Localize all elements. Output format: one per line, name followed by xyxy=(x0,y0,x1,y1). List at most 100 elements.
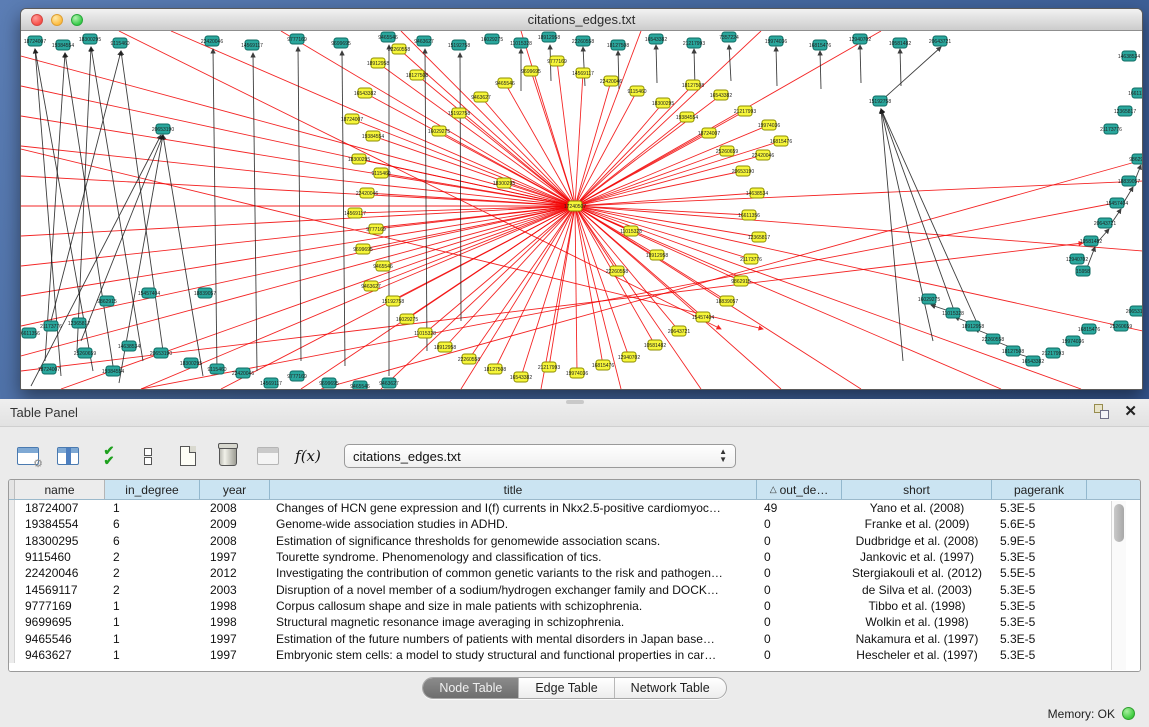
graph-node[interactable]: 21217993 xyxy=(538,362,560,372)
table-row[interactable]: 1456911722003Disruption of a novel membe… xyxy=(9,581,1140,597)
graph-node[interactable]: 25260659 xyxy=(716,146,738,156)
graph-node[interactable]: 21173776 xyxy=(1100,124,1122,134)
close-panel-icon[interactable]: ✕ xyxy=(1124,404,1137,420)
table-row[interactable]: 1872400712008Changes of HCN gene express… xyxy=(9,500,1140,516)
column-header-out_degree[interactable]: △out_de… xyxy=(757,480,842,499)
table-mode-icon[interactable]: ⚙ xyxy=(14,442,42,470)
graph-node[interactable]: 22420046 xyxy=(201,36,223,46)
graph-node[interactable]: 14569117 xyxy=(572,68,594,78)
memory-ok-icon[interactable] xyxy=(1122,707,1135,720)
graph-node[interactable]: 18300295 xyxy=(652,98,674,108)
graph-node[interactable]: 12940702 xyxy=(849,34,871,44)
table-row[interactable]: 946362711997Embryonic stem cells: a mode… xyxy=(9,647,1140,663)
graph-node[interactable]: 16543382 xyxy=(1022,356,1044,366)
graph-node[interactable]: 16029275 xyxy=(396,314,418,324)
graph-node[interactable]: 19384554 xyxy=(362,131,384,141)
column-header-short[interactable]: short xyxy=(842,480,992,499)
graph-node[interactable]: 18912958 xyxy=(962,321,984,331)
column-header-year[interactable]: year xyxy=(200,480,270,499)
minimize-window-icon[interactable] xyxy=(51,14,63,26)
graph-node[interactable]: 12365817 xyxy=(68,318,90,328)
graph-node[interactable]: 9699695 xyxy=(331,38,351,48)
graph-node[interactable]: 16815476 xyxy=(770,136,792,146)
graph-node[interactable]: 18724007 xyxy=(698,128,720,138)
graph-node[interactable]: 9777169 xyxy=(287,34,307,44)
graph-node[interactable]: 21217993 xyxy=(734,106,756,116)
table-panel-header[interactable]: Table Panel ✕ xyxy=(0,399,1149,427)
graph-node[interactable]: 16815476 xyxy=(592,360,614,370)
graph-node[interactable]: 20643721 xyxy=(1094,218,1116,228)
graph-node[interactable]: 15457404 xyxy=(138,288,160,298)
graph-node[interactable]: 14569117 xyxy=(241,40,263,50)
graph-node[interactable]: 9777169 xyxy=(366,224,386,234)
graph-node[interactable]: 9115460 xyxy=(371,168,390,178)
column-header-title[interactable]: title xyxy=(270,480,757,499)
graph-node[interactable]: 22260558 xyxy=(982,334,1004,344)
graph-node[interactable]: 16543382 xyxy=(710,90,732,100)
graph-node[interactable]: 21173776 xyxy=(40,321,62,331)
tab-edge-table[interactable]: Edge Table xyxy=(519,678,614,698)
graph-node[interactable]: 20643721 xyxy=(929,36,951,46)
graph-node[interactable]: 16543382 xyxy=(354,88,376,98)
delete-column-icon[interactable] xyxy=(214,442,242,470)
column-header-pagerank[interactable]: pagerank xyxy=(992,480,1087,499)
graph-node[interactable]: 9115460 xyxy=(627,86,646,96)
graph-node[interactable]: 22420046 xyxy=(356,188,378,198)
unselect-all-icon[interactable] xyxy=(134,442,162,470)
graph-node[interactable]: 15192758 xyxy=(448,40,470,50)
graph-node[interactable]: 18300295 xyxy=(180,358,202,368)
column-header-name[interactable]: name xyxy=(15,480,105,499)
graph-node[interactable]: 15192758 xyxy=(869,96,891,106)
graph-node[interactable]: 18127508 xyxy=(607,40,629,50)
graph-node[interactable]: 18127508 xyxy=(682,80,704,90)
graph-node[interactable]: 18839057 xyxy=(1118,176,1140,186)
graph-node[interactable]: 9115460 xyxy=(110,38,129,48)
graph-node[interactable]: 14638534 xyxy=(118,341,140,351)
graph-node[interactable]: 14569117 xyxy=(260,378,282,388)
tab-network-table[interactable]: Network Table xyxy=(615,678,726,698)
graph-node[interactable]: 20643721 xyxy=(668,326,690,336)
graph-node[interactable]: 9699695 xyxy=(353,244,373,254)
graph-node[interactable]: 16611356 xyxy=(21,328,40,338)
graph-node[interactable]: 22260558 xyxy=(606,266,628,276)
table-row[interactable]: 1830029562008Estimation of significance … xyxy=(9,533,1140,549)
graph-node[interactable]: 9465546 xyxy=(373,261,393,271)
graph-node[interactable]: 16815476 xyxy=(809,40,831,50)
graph-node[interactable]: 22260558 xyxy=(388,44,410,54)
close-window-icon[interactable] xyxy=(31,14,43,26)
function-builder-icon[interactable]: f(x) xyxy=(294,442,322,470)
table-row[interactable]: 977716911998Corpus callosum shape and si… xyxy=(9,598,1140,614)
graph-node[interactable]: 12940702 xyxy=(618,352,640,362)
graph-node[interactable]: 20653190 xyxy=(732,166,754,176)
graph-node[interactable]: 9463627 xyxy=(471,92,491,102)
graph-node[interactable]: 18839057 xyxy=(716,296,738,306)
vertical-scrollbar[interactable] xyxy=(1111,501,1126,670)
graph-node[interactable]: 11015328 xyxy=(510,38,532,48)
graph-node[interactable]: 12940702 xyxy=(1066,254,1088,264)
graph-node[interactable]: 18127508 xyxy=(484,364,506,374)
graph-node[interactable]: 16029275 xyxy=(428,126,450,136)
graph-node[interactable]: 18300295 xyxy=(493,178,515,188)
graph-node[interactable]: 18724007 xyxy=(341,114,363,124)
graph-node[interactable]: 19384554 xyxy=(676,112,698,122)
graph-node[interactable]: 15958 xyxy=(1076,266,1090,276)
graph-node[interactable]: 12365817 xyxy=(1114,106,1136,116)
graph-node[interactable]: 11015328 xyxy=(414,328,436,338)
graph-node[interactable]: 16815476 xyxy=(1078,324,1100,334)
graph-node[interactable]: 16611356 xyxy=(738,210,760,220)
graph-node[interactable]: 22420046 xyxy=(752,150,774,160)
table-row[interactable]: 2242004622012Investigating the contribut… xyxy=(9,565,1140,581)
graph-node[interactable]: 21217993 xyxy=(1042,348,1064,358)
graph-node[interactable]: 10581482 xyxy=(889,38,911,48)
table-row[interactable]: 969969511998Structural magnetic resonanc… xyxy=(9,614,1140,630)
show-columns-icon[interactable] xyxy=(54,442,82,470)
create-column-icon[interactable] xyxy=(174,442,202,470)
graph-node[interactable]: 15457404 xyxy=(692,312,714,322)
network-window-titlebar[interactable]: citations_edges.txt xyxy=(21,9,1142,31)
graph-node[interactable]: 18912958 xyxy=(646,250,668,260)
graph-node[interactable]: 18912958 xyxy=(434,342,456,352)
float-panel-icon[interactable] xyxy=(1094,404,1110,420)
graph-node[interactable]: 25260659 xyxy=(1110,321,1132,331)
graph-node[interactable]: 22260558 xyxy=(458,354,480,364)
network-view-window[interactable]: citations_edges.txt 18724007193845541830… xyxy=(20,8,1143,390)
